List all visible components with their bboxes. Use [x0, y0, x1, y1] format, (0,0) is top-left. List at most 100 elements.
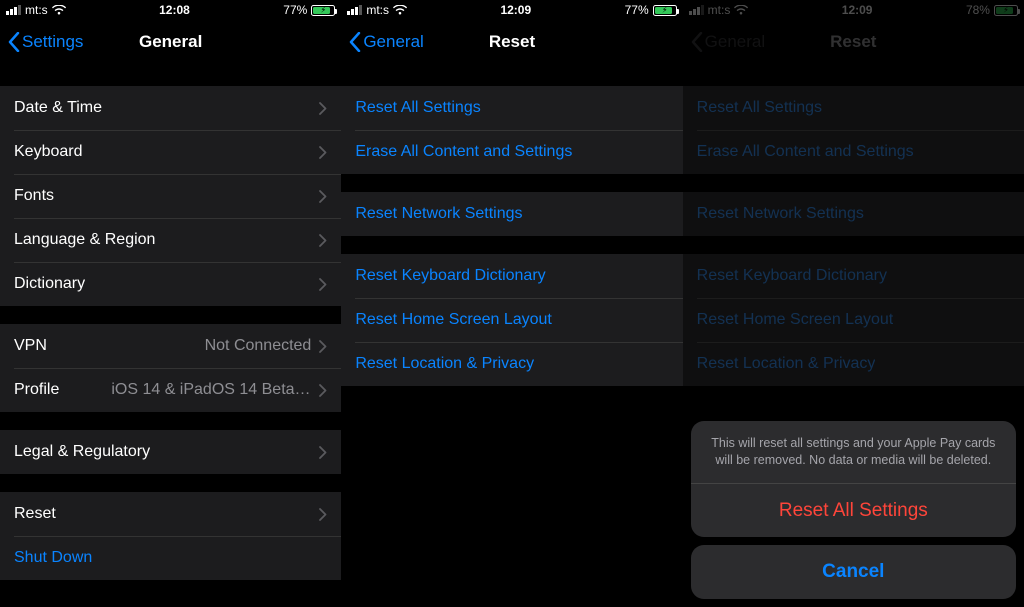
panel-reset: mt:s 12:09 77% ⚡︎ General Reset Reset Al…	[341, 0, 682, 607]
row-label: Reset	[14, 505, 56, 523]
row-label: Reset Location & Privacy	[697, 355, 876, 373]
back-label: General	[363, 32, 423, 52]
action-sheet: This will reset all settings and your Ap…	[691, 421, 1016, 599]
row-label: Reset All Settings	[355, 99, 480, 117]
sheet-reset-all-button[interactable]: Reset All Settings	[691, 483, 1016, 537]
back-label: Settings	[22, 32, 83, 52]
chevron-right-icon	[319, 384, 327, 397]
charging-bolt-icon: ⚡︎	[321, 6, 327, 15]
row-reset-location-privacy: Reset Location & Privacy	[683, 342, 1024, 386]
battery-icon: ⚡︎	[994, 5, 1018, 16]
row-label: VPN	[14, 337, 47, 355]
status-bar: mt:s 12:08 77% ⚡︎	[0, 0, 341, 20]
charging-bolt-icon: ⚡︎	[662, 6, 668, 15]
status-time: 12:09	[500, 3, 531, 17]
content: Reset All Settings Erase All Content and…	[341, 64, 682, 607]
sheet-message: This will reset all settings and your Ap…	[691, 421, 1016, 483]
row-label: Dictionary	[14, 275, 85, 293]
back-button: General	[691, 32, 765, 52]
group-reset-network: Reset Network Settings	[341, 192, 682, 236]
row-label: Reset Home Screen Layout	[355, 311, 552, 329]
row-reset-keyboard-dictionary: Reset Keyboard Dictionary	[683, 254, 1024, 298]
status-right: 77% ⚡︎	[625, 3, 677, 17]
row-label: Erase All Content and Settings	[355, 143, 572, 161]
row-reset[interactable]: Reset	[0, 492, 341, 536]
row-keyboard[interactable]: Keyboard	[0, 130, 341, 174]
group-reset-other: Reset Keyboard Dictionary Reset Home Scr…	[683, 254, 1024, 386]
row-label: Reset Location & Privacy	[355, 355, 534, 373]
group-reset-other: Reset Keyboard Dictionary Reset Home Scr…	[341, 254, 682, 386]
row-label: Reset All Settings	[697, 99, 822, 117]
chevron-right-icon	[319, 234, 327, 247]
back-button[interactable]: General	[349, 32, 423, 52]
row-shut-down[interactable]: Shut Down	[0, 536, 341, 580]
row-fonts[interactable]: Fonts	[0, 174, 341, 218]
battery-percent: 77%	[283, 3, 307, 17]
row-reset-network-settings[interactable]: Reset Network Settings	[341, 192, 682, 236]
row-reset-all-settings[interactable]: Reset All Settings	[341, 86, 682, 130]
status-bar: mt:s 12:09 78% ⚡︎	[683, 0, 1024, 20]
row-reset-home-screen-layout: Reset Home Screen Layout	[683, 298, 1024, 342]
status-right: 77% ⚡︎	[283, 3, 335, 17]
nav-bar: General Reset	[683, 20, 1024, 64]
chevron-right-icon	[319, 278, 327, 291]
row-label: Shut Down	[14, 549, 92, 567]
wifi-icon	[734, 5, 748, 15]
group-reset-shutdown: Reset Shut Down	[0, 492, 341, 580]
row-vpn[interactable]: VPN Not Connected	[0, 324, 341, 368]
status-left: mt:s	[689, 3, 749, 17]
chevron-right-icon	[319, 102, 327, 115]
row-label: Erase All Content and Settings	[697, 143, 914, 161]
row-label: Profile	[14, 381, 59, 399]
nav-bar: General Reset	[341, 20, 682, 64]
row-date-time[interactable]: Date & Time	[0, 86, 341, 130]
row-label: Reset Network Settings	[697, 205, 864, 223]
wifi-icon	[393, 5, 407, 15]
row-erase-all-content[interactable]: Erase All Content and Settings	[341, 130, 682, 174]
sheet-cancel-button[interactable]: Cancel	[691, 545, 1016, 599]
chevron-left-icon	[349, 32, 361, 52]
row-label: Date & Time	[14, 99, 102, 117]
panel-reset-confirm: mt:s 12:09 78% ⚡︎ General Reset Reset Al…	[683, 0, 1024, 607]
row-reset-keyboard-dictionary[interactable]: Reset Keyboard Dictionary	[341, 254, 682, 298]
chevron-right-icon	[319, 146, 327, 159]
row-label: Reset Keyboard Dictionary	[355, 267, 545, 285]
row-right: Not Connected	[205, 337, 328, 355]
row-language-region[interactable]: Language & Region	[0, 218, 341, 262]
row-erase-all-content: Erase All Content and Settings	[683, 130, 1024, 174]
group-datetime: Date & Time Keyboard Fonts Language & Re…	[0, 86, 341, 306]
row-value: Not Connected	[205, 337, 312, 355]
back-button[interactable]: Settings	[8, 32, 83, 52]
row-legal-regulatory[interactable]: Legal & Regulatory	[0, 430, 341, 474]
panel-general: mt:s 12:08 77% ⚡︎ Settings General Date …	[0, 0, 341, 607]
carrier-label: mt:s	[25, 3, 48, 17]
chevron-right-icon	[319, 446, 327, 459]
group-vpn-profile: VPN Not Connected Profile iOS 14 & iPadO…	[0, 324, 341, 412]
status-left: mt:s	[6, 3, 66, 17]
nav-bar: Settings General	[0, 20, 341, 64]
status-left: mt:s	[347, 3, 407, 17]
row-reset-location-privacy[interactable]: Reset Location & Privacy	[341, 342, 682, 386]
status-time: 12:08	[159, 3, 190, 17]
row-label: Reset Network Settings	[355, 205, 522, 223]
group-legal: Legal & Regulatory	[0, 430, 341, 474]
sheet-group: This will reset all settings and your Ap…	[691, 421, 1016, 537]
row-value: iOS 14 & iPadOS 14 Beta Softwar...	[111, 381, 311, 399]
charging-bolt-icon: ⚡︎	[1003, 6, 1009, 15]
row-dictionary[interactable]: Dictionary	[0, 262, 341, 306]
battery-icon: ⚡︎	[653, 5, 677, 16]
row-label: Legal & Regulatory	[14, 443, 150, 461]
chevron-left-icon	[8, 32, 20, 52]
chevron-right-icon	[319, 340, 327, 353]
wifi-icon	[52, 5, 66, 15]
carrier-label: mt:s	[708, 3, 731, 17]
back-label: General	[705, 32, 765, 52]
row-profile[interactable]: Profile iOS 14 & iPadOS 14 Beta Softwar.…	[0, 368, 341, 412]
row-reset-home-screen-layout[interactable]: Reset Home Screen Layout	[341, 298, 682, 342]
battery-percent: 77%	[625, 3, 649, 17]
row-reset-network-settings: Reset Network Settings	[683, 192, 1024, 236]
chevron-left-icon	[691, 32, 703, 52]
group-reset-all: Reset All Settings Erase All Content and…	[683, 86, 1024, 174]
carrier-label: mt:s	[366, 3, 389, 17]
row-label: Fonts	[14, 187, 54, 205]
